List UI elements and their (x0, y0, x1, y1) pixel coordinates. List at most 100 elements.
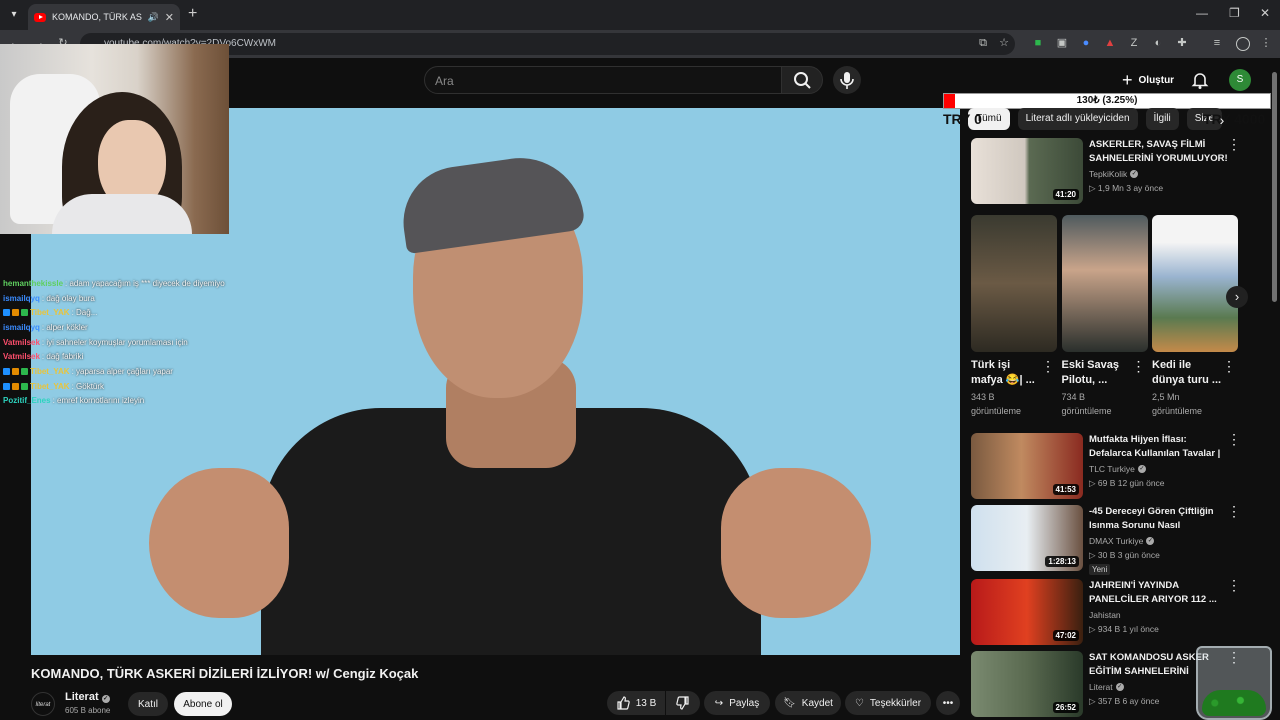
recommended-channel[interactable]: Literat ✓ (1089, 682, 1124, 692)
short-thumbnail[interactable] (971, 215, 1057, 352)
recommended-video-title[interactable]: JAHREIN'İ YAYINDA PANELCİLER ARIYOR 112 … (1089, 579, 1229, 607)
duration-badge: 26:52 (1052, 702, 1079, 713)
subscribe-button[interactable]: Abone ol (174, 692, 232, 716)
chat-message: Tibet_YAK: Göktürk (3, 379, 263, 394)
duration-badge: 47:02 (1052, 630, 1079, 641)
recommended-video-title[interactable]: Mutfakta Hijyen İflası: Defalarca Kullan… (1089, 433, 1229, 461)
short-title[interactable]: Türk işi mafya 😂| ... (971, 358, 1043, 388)
recommended-video[interactable]: 47:02 JAHREIN'İ YAYINDA PANELCİLER ARIYOR… (971, 578, 1271, 645)
more-vertical-icon[interactable]: ⋮ (1132, 358, 1146, 375)
recommended-video[interactable]: 1:28:13 -45 Dereceyi Gören Çiftliğin Isın… (971, 504, 1271, 575)
recommended-channel[interactable]: DMAX Turkiye ✓ (1089, 536, 1155, 546)
browser-tab[interactable]: KOMANDO, TÜRK ASKERİ D 🔊 ✕ (28, 4, 180, 30)
recommended-stats: ▷ 357 B 6 ay önce (1089, 696, 1160, 706)
short-thumbnail[interactable] (1061, 215, 1148, 352)
short-card[interactable]: Türk işi mafya 😂| ... 343 B görüntüleme ⋮ (971, 215, 1057, 418)
join-button[interactable]: Katıl (128, 692, 168, 716)
streamer-webcam (0, 44, 229, 234)
page-scrollbar[interactable] (1272, 72, 1277, 302)
shorts-next-chevron-icon[interactable]: › (1226, 286, 1248, 308)
minimize-icon[interactable]: — (1196, 6, 1208, 20)
more-vertical-icon[interactable]: ⋮ (1041, 358, 1055, 375)
search-input[interactable]: Ara (424, 66, 782, 94)
browser-profile-icon[interactable] (1236, 37, 1250, 51)
verified-check-icon: ✓ (101, 695, 110, 703)
filter-chip[interactable]: İlgili (1145, 108, 1179, 130)
notifications-bell-icon[interactable] (1190, 70, 1210, 90)
close-tab-icon[interactable]: ✕ (165, 11, 174, 24)
short-title[interactable]: Kedi ile dünya turu ... (1152, 358, 1224, 388)
channel-name[interactable]: Literat ✓ (65, 691, 110, 703)
recommended-channel-name: Jahistan (1089, 610, 1121, 620)
more-vertical-icon[interactable]: ⋮ (1227, 432, 1241, 446)
thanks-button[interactable]: ♡ Teşekkürler (845, 691, 931, 715)
video-thumbnail[interactable]: 47:02 (971, 579, 1083, 645)
channel-avatar[interactable]: literat (31, 692, 55, 716)
thanks-label: Teşekkürler (869, 697, 922, 709)
chat-message: ismailqyq: alper kökler (3, 320, 263, 335)
tab-search-chevron-icon[interactable]: ▾ (4, 5, 24, 25)
extension-blue-icon[interactable]: ● (1079, 36, 1093, 50)
extension-circle-icon[interactable]: ◐ (1151, 36, 1165, 50)
bookmark-icon: 🔖︎ (783, 697, 796, 709)
short-card[interactable]: Eski Savaş Pilotu, ... 734 B görüntüleme ⋮ (1061, 215, 1148, 418)
install-app-icon[interactable]: ⧉ (976, 36, 990, 50)
recommended-channel[interactable]: TLC Turkiye ✓ (1089, 464, 1146, 474)
audio-playing-icon[interactable]: 🔊 (148, 12, 159, 23)
extension-icon[interactable]: ▣ (1055, 36, 1069, 50)
video-person-right-hand (721, 468, 871, 618)
voice-search-button[interactable] (833, 66, 861, 94)
more-vertical-icon[interactable]: ⋮ (1222, 358, 1236, 375)
close-window-icon[interactable]: ✕ (1260, 6, 1270, 20)
video-thumbnail[interactable]: 41:53 (971, 433, 1083, 499)
recommended-channel[interactable]: Jahistan (1089, 610, 1121, 620)
chat-message: Vatmilsek: dağ fabriki (3, 349, 263, 364)
browser-menu-icon[interactable]: ⋮ (1259, 36, 1273, 50)
donation-goal-min: TRY 0 (943, 111, 982, 127)
chat-badge-icon (12, 309, 19, 317)
like-button[interactable]: 13 B (607, 691, 665, 715)
maximize-icon[interactable]: ❐ (1229, 6, 1240, 20)
recommended-video[interactable]: 41:20 ASKERLER, SAVAŞ FİLMİ SAHNELERİNİ Y… (971, 137, 1271, 204)
chat-username: Tibet_YAK (30, 308, 70, 318)
extensions-puzzle-icon[interactable]: ✚ (1175, 36, 1189, 50)
search-button[interactable] (781, 66, 823, 94)
more-vertical-icon[interactable]: ⋮ (1227, 137, 1241, 151)
chat-message: Tibet_YAK: Dağ... (3, 305, 263, 320)
extension-z-icon[interactable]: Z (1127, 36, 1141, 50)
chat-message: hemanthekissle: adam yapacağım iş *** di… (3, 276, 263, 291)
recommended-video-title[interactable]: ASKERLER, SAVAŞ FİLMİ SAHNELERİNİ YORUML… (1089, 138, 1229, 166)
short-card[interactable]: Kedi ile dünya turu ... 2,5 Mn görüntülem… (1152, 215, 1238, 418)
chat-message: Tibet_YAK: yaparsa alper çağları yapar (3, 364, 263, 379)
recommended-video[interactable]: 41:53 Mutfakta Hijyen İflası: Defalarca K… (971, 432, 1271, 499)
new-tab-icon[interactable]: + (188, 5, 197, 23)
video-thumbnail[interactable]: 26:52 (971, 651, 1083, 717)
account-avatar[interactable]: S (1229, 69, 1251, 91)
chat-text: : emref kornotlarını izleyin (52, 396, 145, 406)
chat-username: Tibet_YAK (30, 366, 70, 376)
extension-green-icon[interactable]: ■ (1031, 36, 1045, 50)
dislike-button[interactable] (666, 691, 700, 715)
video-thumbnail[interactable]: 41:20 (971, 138, 1083, 204)
more-vertical-icon[interactable]: ⋮ (1227, 504, 1241, 518)
more-actions-button[interactable]: ••• (936, 691, 960, 715)
video-thumbnail[interactable]: 1:28:13 (971, 505, 1083, 571)
extension-red-icon[interactable]: ▲ (1103, 36, 1117, 50)
media-control-icon[interactable]: ≡ (1210, 36, 1224, 50)
webcam-streamer-body (52, 194, 192, 234)
more-vertical-icon[interactable]: ⋮ (1227, 578, 1241, 592)
recommended-video-title[interactable]: -45 Dereceyi Gören Çiftliğin Isınma Soru… (1089, 505, 1229, 533)
chat-message: ismailqyq: dağ olay bura (3, 291, 263, 306)
thumbs-down-icon (676, 696, 689, 710)
chips-next-chevron-icon[interactable]: › (1212, 110, 1232, 130)
recommended-channel[interactable]: TepkiKolik ✓ (1089, 169, 1139, 179)
short-title[interactable]: Eski Savaş Pilotu, ... (1062, 358, 1134, 388)
create-button[interactable]: + Oluştur (1114, 66, 1182, 94)
short-thumbnail[interactable] (1152, 215, 1238, 352)
microphone-icon (840, 72, 854, 89)
filter-chip[interactable]: Literat adlı yükleyiciden (1017, 108, 1138, 130)
bookmark-star-icon[interactable]: ☆ (997, 36, 1011, 50)
share-button[interactable]: ↪ Paylaş (704, 691, 770, 715)
save-button[interactable]: 🔖︎ Kaydet (775, 691, 841, 715)
duration-badge: 41:20 (1052, 189, 1079, 200)
